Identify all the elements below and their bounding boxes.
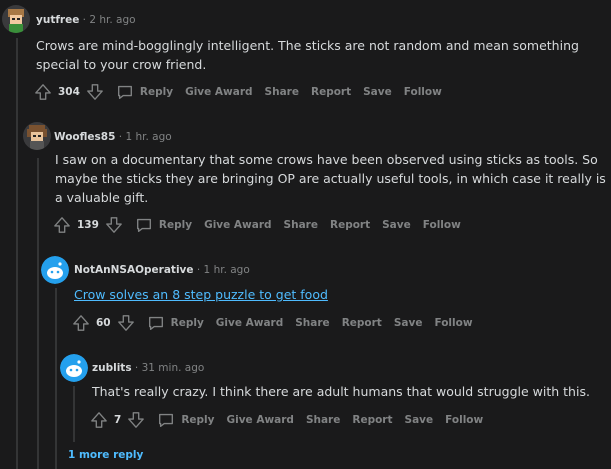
comment-body: That's really crazy. I think there are a… [92,384,590,399]
report-button[interactable]: Report [311,86,351,98]
report-button[interactable]: Report [330,219,370,231]
share-button[interactable]: Share [306,414,340,426]
arrow-up-icon[interactable] [90,411,108,429]
arrow-down-icon[interactable] [127,411,145,429]
username[interactable]: yutfree [36,14,79,26]
comment-meta: yutfree · 2 hr. ago [36,14,136,26]
comment-meta: NotAnNSAOperative · 1 hr. ago [74,264,250,276]
arrow-up-icon[interactable] [34,83,52,101]
timestamp[interactable]: 1 hr. ago [204,264,250,276]
share-button[interactable]: Share [265,86,299,98]
thread-line-level-2[interactable] [55,288,57,469]
reply-button[interactable]: Reply [147,314,204,332]
give-award-button[interactable]: Give Award [226,414,293,426]
give-award-button[interactable]: Give Award [185,86,252,98]
follow-button[interactable]: Follow [404,86,442,98]
more-replies-link[interactable]: 1 more reply [68,449,143,461]
vote-score: 60 [96,317,111,329]
report-button[interactable]: Report [342,317,382,329]
give-award-button[interactable]: Give Award [204,219,271,231]
reply-label: Reply [139,86,174,98]
save-button[interactable]: Save [363,86,392,98]
timestamp[interactable]: 1 hr. ago [125,131,171,143]
share-button[interactable]: Share [295,317,329,329]
avatar[interactable] [2,5,30,33]
comment-meta: zublits · 31 min. ago [92,362,204,374]
save-button[interactable]: Save [382,219,411,231]
chat-bubble-icon [148,316,163,330]
give-award-button[interactable]: Give Award [216,317,283,329]
chat-bubble-icon [117,85,132,99]
username[interactable]: zublits [92,362,132,374]
reply-button[interactable]: Reply [116,83,173,101]
username[interactable]: Woofles85 [54,131,115,143]
save-button[interactable]: Save [394,317,423,329]
share-button[interactable]: Share [284,219,318,231]
timestamp[interactable]: 2 hr. ago [89,14,135,26]
separator: · [118,131,123,143]
external-link[interactable]: Crow solves an 8 step puzzle to get food [74,287,328,302]
vote-score: 7 [114,414,122,426]
username[interactable]: NotAnNSAOperative [74,264,194,276]
thread-line-level-3[interactable] [73,386,75,442]
follow-button[interactable]: Follow [445,414,483,426]
avatar[interactable] [41,256,69,284]
thread-line-level-0[interactable] [16,38,18,469]
comment-body: Crow solves an 8 step puzzle to get food [74,285,594,304]
save-button[interactable]: Save [405,414,434,426]
comment-actions: 304 Reply Give Award Share Report Save F… [34,83,442,101]
report-button[interactable]: Report [352,414,392,426]
chat-bubble-icon [136,218,151,232]
separator: · [134,362,139,374]
avatar[interactable] [60,354,88,382]
separator: · [82,14,87,26]
arrow-up-icon[interactable] [72,314,90,332]
reply-label: Reply [158,219,193,231]
timestamp[interactable]: 31 min. ago [142,362,205,374]
comment-meta: Woofles85 · 1 hr. ago [54,131,172,143]
comment-actions: 7 Reply Give Award Share Report Save Fol… [90,411,483,429]
arrow-down-icon[interactable] [117,314,135,332]
follow-button[interactable]: Follow [423,219,461,231]
chat-bubble-icon [159,413,174,427]
comment-actions: 139 Reply Give Award Share Report Save F… [53,216,461,234]
avatar[interactable] [23,122,51,150]
reply-button[interactable]: Reply [135,216,192,234]
reply-label: Reply [170,317,204,329]
separator: · [196,264,201,276]
arrow-down-icon[interactable] [86,83,104,101]
thread-line-level-1[interactable] [37,158,39,469]
comment-body: I saw on a documentary that some crows h… [55,152,606,205]
reply-button[interactable]: Reply [157,411,214,429]
vote-score: 139 [77,219,99,231]
follow-button[interactable]: Follow [434,317,472,329]
reply-label: Reply [181,414,215,426]
comment-actions: 60 Reply Give Award Share Report Save Fo… [72,314,473,332]
vote-score: 304 [58,86,80,98]
arrow-up-icon[interactable] [53,216,71,234]
arrow-down-icon[interactable] [105,216,123,234]
comment-body: Crows are mind-bogglingly intelligent. T… [36,38,579,72]
